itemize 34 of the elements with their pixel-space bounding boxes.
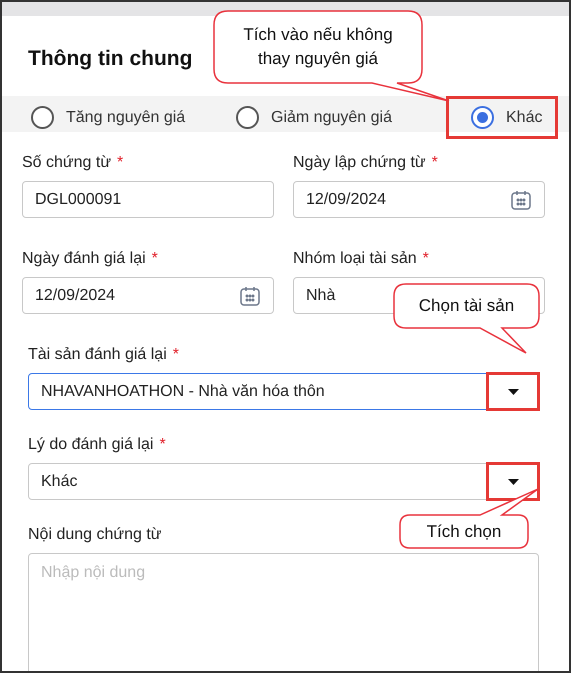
dropdown-field[interactable]: NHAVANHOATHON - Nhà văn hóa thôn xyxy=(28,373,539,410)
radio-option[interactable]: Tăng nguyên giá xyxy=(26,96,231,139)
field-value: DGL000091 xyxy=(35,190,122,208)
section-title: Thông tin chung xyxy=(28,46,192,72)
callout-text: Chọn tài sản xyxy=(418,295,514,317)
date-field[interactable]: 12/09/2024 xyxy=(22,277,274,314)
dropdown-field[interactable]: Khác xyxy=(28,463,539,500)
field-label: Lý do đánh giá lại * xyxy=(28,436,166,455)
callout-text: Tích vào nếu không thay nguyên giá xyxy=(242,24,394,70)
caret-icon xyxy=(508,478,518,484)
field-label: Tài sản đánh giá lại * xyxy=(28,346,179,365)
input-field[interactable]: Nhập nội dung xyxy=(28,553,539,671)
dropdown-toggle[interactable] xyxy=(486,372,540,411)
field-value: Khác xyxy=(41,472,78,490)
radio-option[interactable]: Khác xyxy=(446,96,558,139)
field-label: Nhóm loại tài sản * xyxy=(293,250,429,269)
radio-button[interactable] xyxy=(471,106,494,129)
field-value: NHAVANHOATHON - Nhà văn hóa thôn xyxy=(41,382,325,400)
radio-button[interactable] xyxy=(236,106,259,129)
calendar-icon[interactable] xyxy=(510,188,532,210)
radio-button[interactable] xyxy=(31,106,54,129)
field-label: Nội dung chứng từ xyxy=(28,526,162,545)
caret-icon xyxy=(508,388,518,394)
input-field[interactable]: DGL000091 xyxy=(22,181,274,218)
field-value: 12/09/2024 xyxy=(306,190,386,208)
field-value: 12/09/2024 xyxy=(35,286,116,304)
field-label: Số chứng từ * xyxy=(22,154,124,173)
field-value: Nhà xyxy=(306,286,336,304)
date-field[interactable]: 12/09/2024 xyxy=(293,181,545,218)
radio-option[interactable]: Giảm nguyên giá xyxy=(231,96,446,139)
field-label: Ngày đánh giá lại * xyxy=(22,250,158,269)
field-label: Ngày lập chứng từ * xyxy=(293,154,438,173)
calendar-icon[interactable] xyxy=(239,284,261,306)
callout-text: Tích chọn xyxy=(426,520,502,542)
